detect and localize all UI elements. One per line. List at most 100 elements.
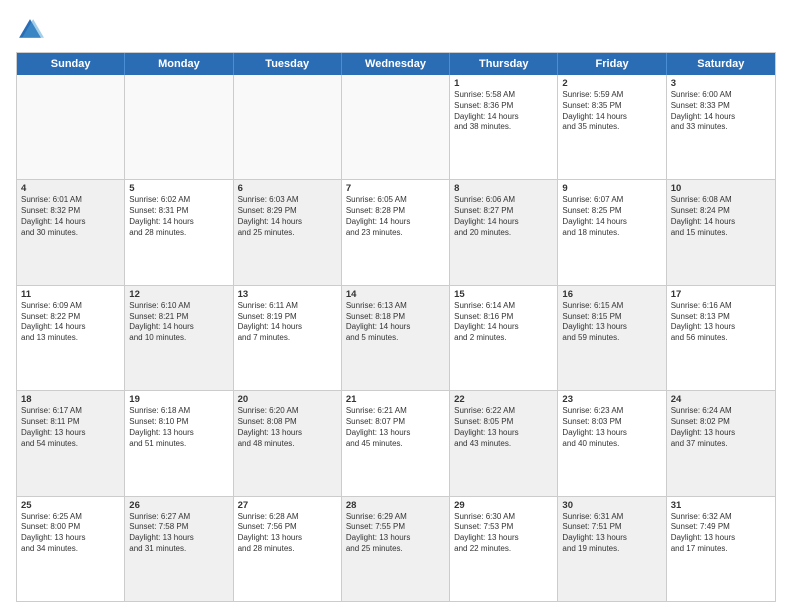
calendar-row-0: 1Sunrise: 5:58 AM Sunset: 8:36 PM Daylig… — [17, 75, 775, 179]
day-number: 24 — [671, 394, 771, 405]
day-info: Sunrise: 6:18 AM Sunset: 8:10 PM Dayligh… — [129, 406, 228, 449]
day-number: 2 — [562, 78, 661, 89]
day-info: Sunrise: 6:05 AM Sunset: 8:28 PM Dayligh… — [346, 195, 445, 238]
day-info: Sunrise: 6:28 AM Sunset: 7:56 PM Dayligh… — [238, 512, 337, 555]
calendar-cell-day-9: 9Sunrise: 6:07 AM Sunset: 8:25 PM Daylig… — [558, 180, 666, 284]
calendar-cell-day-22: 22Sunrise: 6:22 AM Sunset: 8:05 PM Dayli… — [450, 391, 558, 495]
day-info: Sunrise: 6:16 AM Sunset: 8:13 PM Dayligh… — [671, 301, 771, 344]
day-number: 11 — [21, 289, 120, 300]
day-number: 26 — [129, 500, 228, 511]
day-info: Sunrise: 6:31 AM Sunset: 7:51 PM Dayligh… — [562, 512, 661, 555]
day-number: 28 — [346, 500, 445, 511]
calendar-cell-day-23: 23Sunrise: 6:23 AM Sunset: 8:03 PM Dayli… — [558, 391, 666, 495]
day-info: Sunrise: 6:30 AM Sunset: 7:53 PM Dayligh… — [454, 512, 553, 555]
day-number: 3 — [671, 78, 771, 89]
day-number: 6 — [238, 183, 337, 194]
calendar-cell-day-21: 21Sunrise: 6:21 AM Sunset: 8:07 PM Dayli… — [342, 391, 450, 495]
calendar-cell-day-24: 24Sunrise: 6:24 AM Sunset: 8:02 PM Dayli… — [667, 391, 775, 495]
calendar-cell-day-13: 13Sunrise: 6:11 AM Sunset: 8:19 PM Dayli… — [234, 286, 342, 390]
day-number: 15 — [454, 289, 553, 300]
calendar-cell-day-16: 16Sunrise: 6:15 AM Sunset: 8:15 PM Dayli… — [558, 286, 666, 390]
page: SundayMondayTuesdayWednesdayThursdayFrid… — [0, 0, 792, 612]
day-number: 25 — [21, 500, 120, 511]
logo-icon — [16, 16, 44, 44]
day-number: 4 — [21, 183, 120, 194]
header-day-friday: Friday — [558, 53, 666, 75]
day-info: Sunrise: 6:25 AM Sunset: 8:00 PM Dayligh… — [21, 512, 120, 555]
calendar-cell-day-5: 5Sunrise: 6:02 AM Sunset: 8:31 PM Daylig… — [125, 180, 233, 284]
day-number: 19 — [129, 394, 228, 405]
day-info: Sunrise: 6:00 AM Sunset: 8:33 PM Dayligh… — [671, 90, 771, 133]
header — [16, 16, 776, 44]
calendar-cell-day-15: 15Sunrise: 6:14 AM Sunset: 8:16 PM Dayli… — [450, 286, 558, 390]
day-info: Sunrise: 6:15 AM Sunset: 8:15 PM Dayligh… — [562, 301, 661, 344]
calendar-cell-day-19: 19Sunrise: 6:18 AM Sunset: 8:10 PM Dayli… — [125, 391, 233, 495]
calendar-cell-day-20: 20Sunrise: 6:20 AM Sunset: 8:08 PM Dayli… — [234, 391, 342, 495]
calendar-cell-empty — [342, 75, 450, 179]
calendar-cell-day-3: 3Sunrise: 6:00 AM Sunset: 8:33 PM Daylig… — [667, 75, 775, 179]
day-number: 14 — [346, 289, 445, 300]
logo — [16, 16, 48, 44]
calendar-header: SundayMondayTuesdayWednesdayThursdayFrid… — [17, 53, 775, 75]
calendar-cell-empty — [234, 75, 342, 179]
calendar-cell-day-29: 29Sunrise: 6:30 AM Sunset: 7:53 PM Dayli… — [450, 497, 558, 601]
day-number: 10 — [671, 183, 771, 194]
day-number: 20 — [238, 394, 337, 405]
day-info: Sunrise: 6:27 AM Sunset: 7:58 PM Dayligh… — [129, 512, 228, 555]
day-number: 27 — [238, 500, 337, 511]
day-number: 17 — [671, 289, 771, 300]
header-day-wednesday: Wednesday — [342, 53, 450, 75]
day-info: Sunrise: 6:17 AM Sunset: 8:11 PM Dayligh… — [21, 406, 120, 449]
calendar-cell-day-2: 2Sunrise: 5:59 AM Sunset: 8:35 PM Daylig… — [558, 75, 666, 179]
header-day-tuesday: Tuesday — [234, 53, 342, 75]
header-day-thursday: Thursday — [450, 53, 558, 75]
calendar-row-2: 11Sunrise: 6:09 AM Sunset: 8:22 PM Dayli… — [17, 285, 775, 390]
calendar-cell-empty — [17, 75, 125, 179]
calendar-cell-day-26: 26Sunrise: 6:27 AM Sunset: 7:58 PM Dayli… — [125, 497, 233, 601]
calendar: SundayMondayTuesdayWednesdayThursdayFrid… — [16, 52, 776, 602]
day-number: 18 — [21, 394, 120, 405]
day-info: Sunrise: 6:20 AM Sunset: 8:08 PM Dayligh… — [238, 406, 337, 449]
calendar-cell-empty — [125, 75, 233, 179]
header-day-sunday: Sunday — [17, 53, 125, 75]
day-info: Sunrise: 6:08 AM Sunset: 8:24 PM Dayligh… — [671, 195, 771, 238]
day-info: Sunrise: 6:22 AM Sunset: 8:05 PM Dayligh… — [454, 406, 553, 449]
day-info: Sunrise: 6:24 AM Sunset: 8:02 PM Dayligh… — [671, 406, 771, 449]
calendar-cell-day-10: 10Sunrise: 6:08 AM Sunset: 8:24 PM Dayli… — [667, 180, 775, 284]
day-info: Sunrise: 6:07 AM Sunset: 8:25 PM Dayligh… — [562, 195, 661, 238]
day-number: 7 — [346, 183, 445, 194]
calendar-cell-day-4: 4Sunrise: 6:01 AM Sunset: 8:32 PM Daylig… — [17, 180, 125, 284]
day-number: 13 — [238, 289, 337, 300]
day-info: Sunrise: 5:58 AM Sunset: 8:36 PM Dayligh… — [454, 90, 553, 133]
day-number: 1 — [454, 78, 553, 89]
calendar-cell-day-30: 30Sunrise: 6:31 AM Sunset: 7:51 PM Dayli… — [558, 497, 666, 601]
day-number: 23 — [562, 394, 661, 405]
calendar-cell-day-11: 11Sunrise: 6:09 AM Sunset: 8:22 PM Dayli… — [17, 286, 125, 390]
calendar-row-4: 25Sunrise: 6:25 AM Sunset: 8:00 PM Dayli… — [17, 496, 775, 601]
day-info: Sunrise: 6:23 AM Sunset: 8:03 PM Dayligh… — [562, 406, 661, 449]
calendar-cell-day-6: 6Sunrise: 6:03 AM Sunset: 8:29 PM Daylig… — [234, 180, 342, 284]
header-day-saturday: Saturday — [667, 53, 775, 75]
day-info: Sunrise: 6:10 AM Sunset: 8:21 PM Dayligh… — [129, 301, 228, 344]
day-info: Sunrise: 6:13 AM Sunset: 8:18 PM Dayligh… — [346, 301, 445, 344]
day-number: 5 — [129, 183, 228, 194]
calendar-cell-day-31: 31Sunrise: 6:32 AM Sunset: 7:49 PM Dayli… — [667, 497, 775, 601]
day-number: 9 — [562, 183, 661, 194]
calendar-row-3: 18Sunrise: 6:17 AM Sunset: 8:11 PM Dayli… — [17, 390, 775, 495]
day-number: 12 — [129, 289, 228, 300]
day-info: Sunrise: 6:29 AM Sunset: 7:55 PM Dayligh… — [346, 512, 445, 555]
calendar-cell-day-7: 7Sunrise: 6:05 AM Sunset: 8:28 PM Daylig… — [342, 180, 450, 284]
day-number: 30 — [562, 500, 661, 511]
day-info: Sunrise: 6:02 AM Sunset: 8:31 PM Dayligh… — [129, 195, 228, 238]
day-info: Sunrise: 6:11 AM Sunset: 8:19 PM Dayligh… — [238, 301, 337, 344]
calendar-cell-day-12: 12Sunrise: 6:10 AM Sunset: 8:21 PM Dayli… — [125, 286, 233, 390]
calendar-cell-day-27: 27Sunrise: 6:28 AM Sunset: 7:56 PM Dayli… — [234, 497, 342, 601]
day-number: 8 — [454, 183, 553, 194]
day-number: 21 — [346, 394, 445, 405]
calendar-body: 1Sunrise: 5:58 AM Sunset: 8:36 PM Daylig… — [17, 75, 775, 601]
calendar-row-1: 4Sunrise: 6:01 AM Sunset: 8:32 PM Daylig… — [17, 179, 775, 284]
calendar-cell-day-8: 8Sunrise: 6:06 AM Sunset: 8:27 PM Daylig… — [450, 180, 558, 284]
header-day-monday: Monday — [125, 53, 233, 75]
calendar-cell-day-18: 18Sunrise: 6:17 AM Sunset: 8:11 PM Dayli… — [17, 391, 125, 495]
calendar-cell-day-25: 25Sunrise: 6:25 AM Sunset: 8:00 PM Dayli… — [17, 497, 125, 601]
